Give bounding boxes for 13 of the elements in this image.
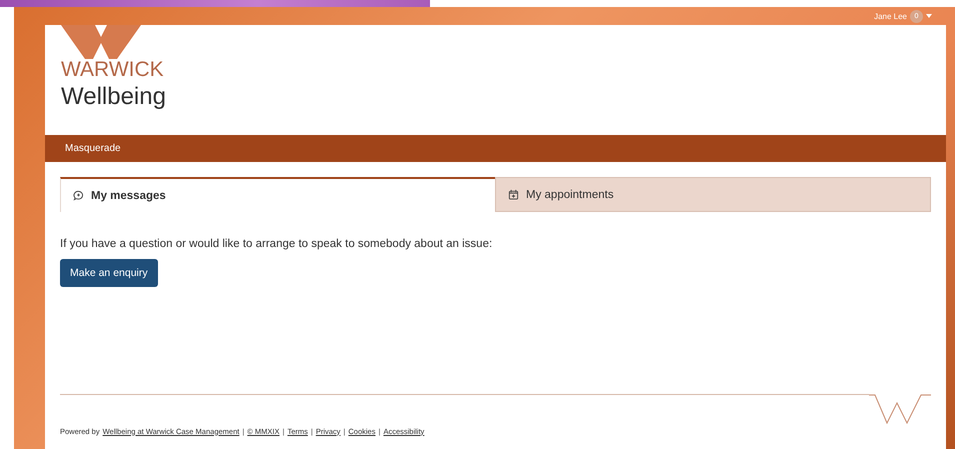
intro-text: If you have a question or would like to arrange to speak to somebody about an issue: (60, 238, 494, 250)
tab[interactable]: My appointments (495, 177, 931, 212)
tab[interactable]: My messages (60, 177, 495, 212)
chat-icon (73, 190, 84, 201)
logo-text: WARWICK (61, 59, 165, 81)
logo-icon (61, 25, 141, 59)
caret-icon (926, 14, 932, 18)
nav-link[interactable]: Masquerade (65, 143, 121, 154)
tab-label: My appointments (526, 188, 614, 200)
site-title: Wellbeing (61, 83, 167, 111)
tab-label: My messages (91, 190, 166, 202)
enquiry-button[interactable]: Make an enquiry (60, 259, 158, 287)
calendar-icon (508, 189, 519, 200)
